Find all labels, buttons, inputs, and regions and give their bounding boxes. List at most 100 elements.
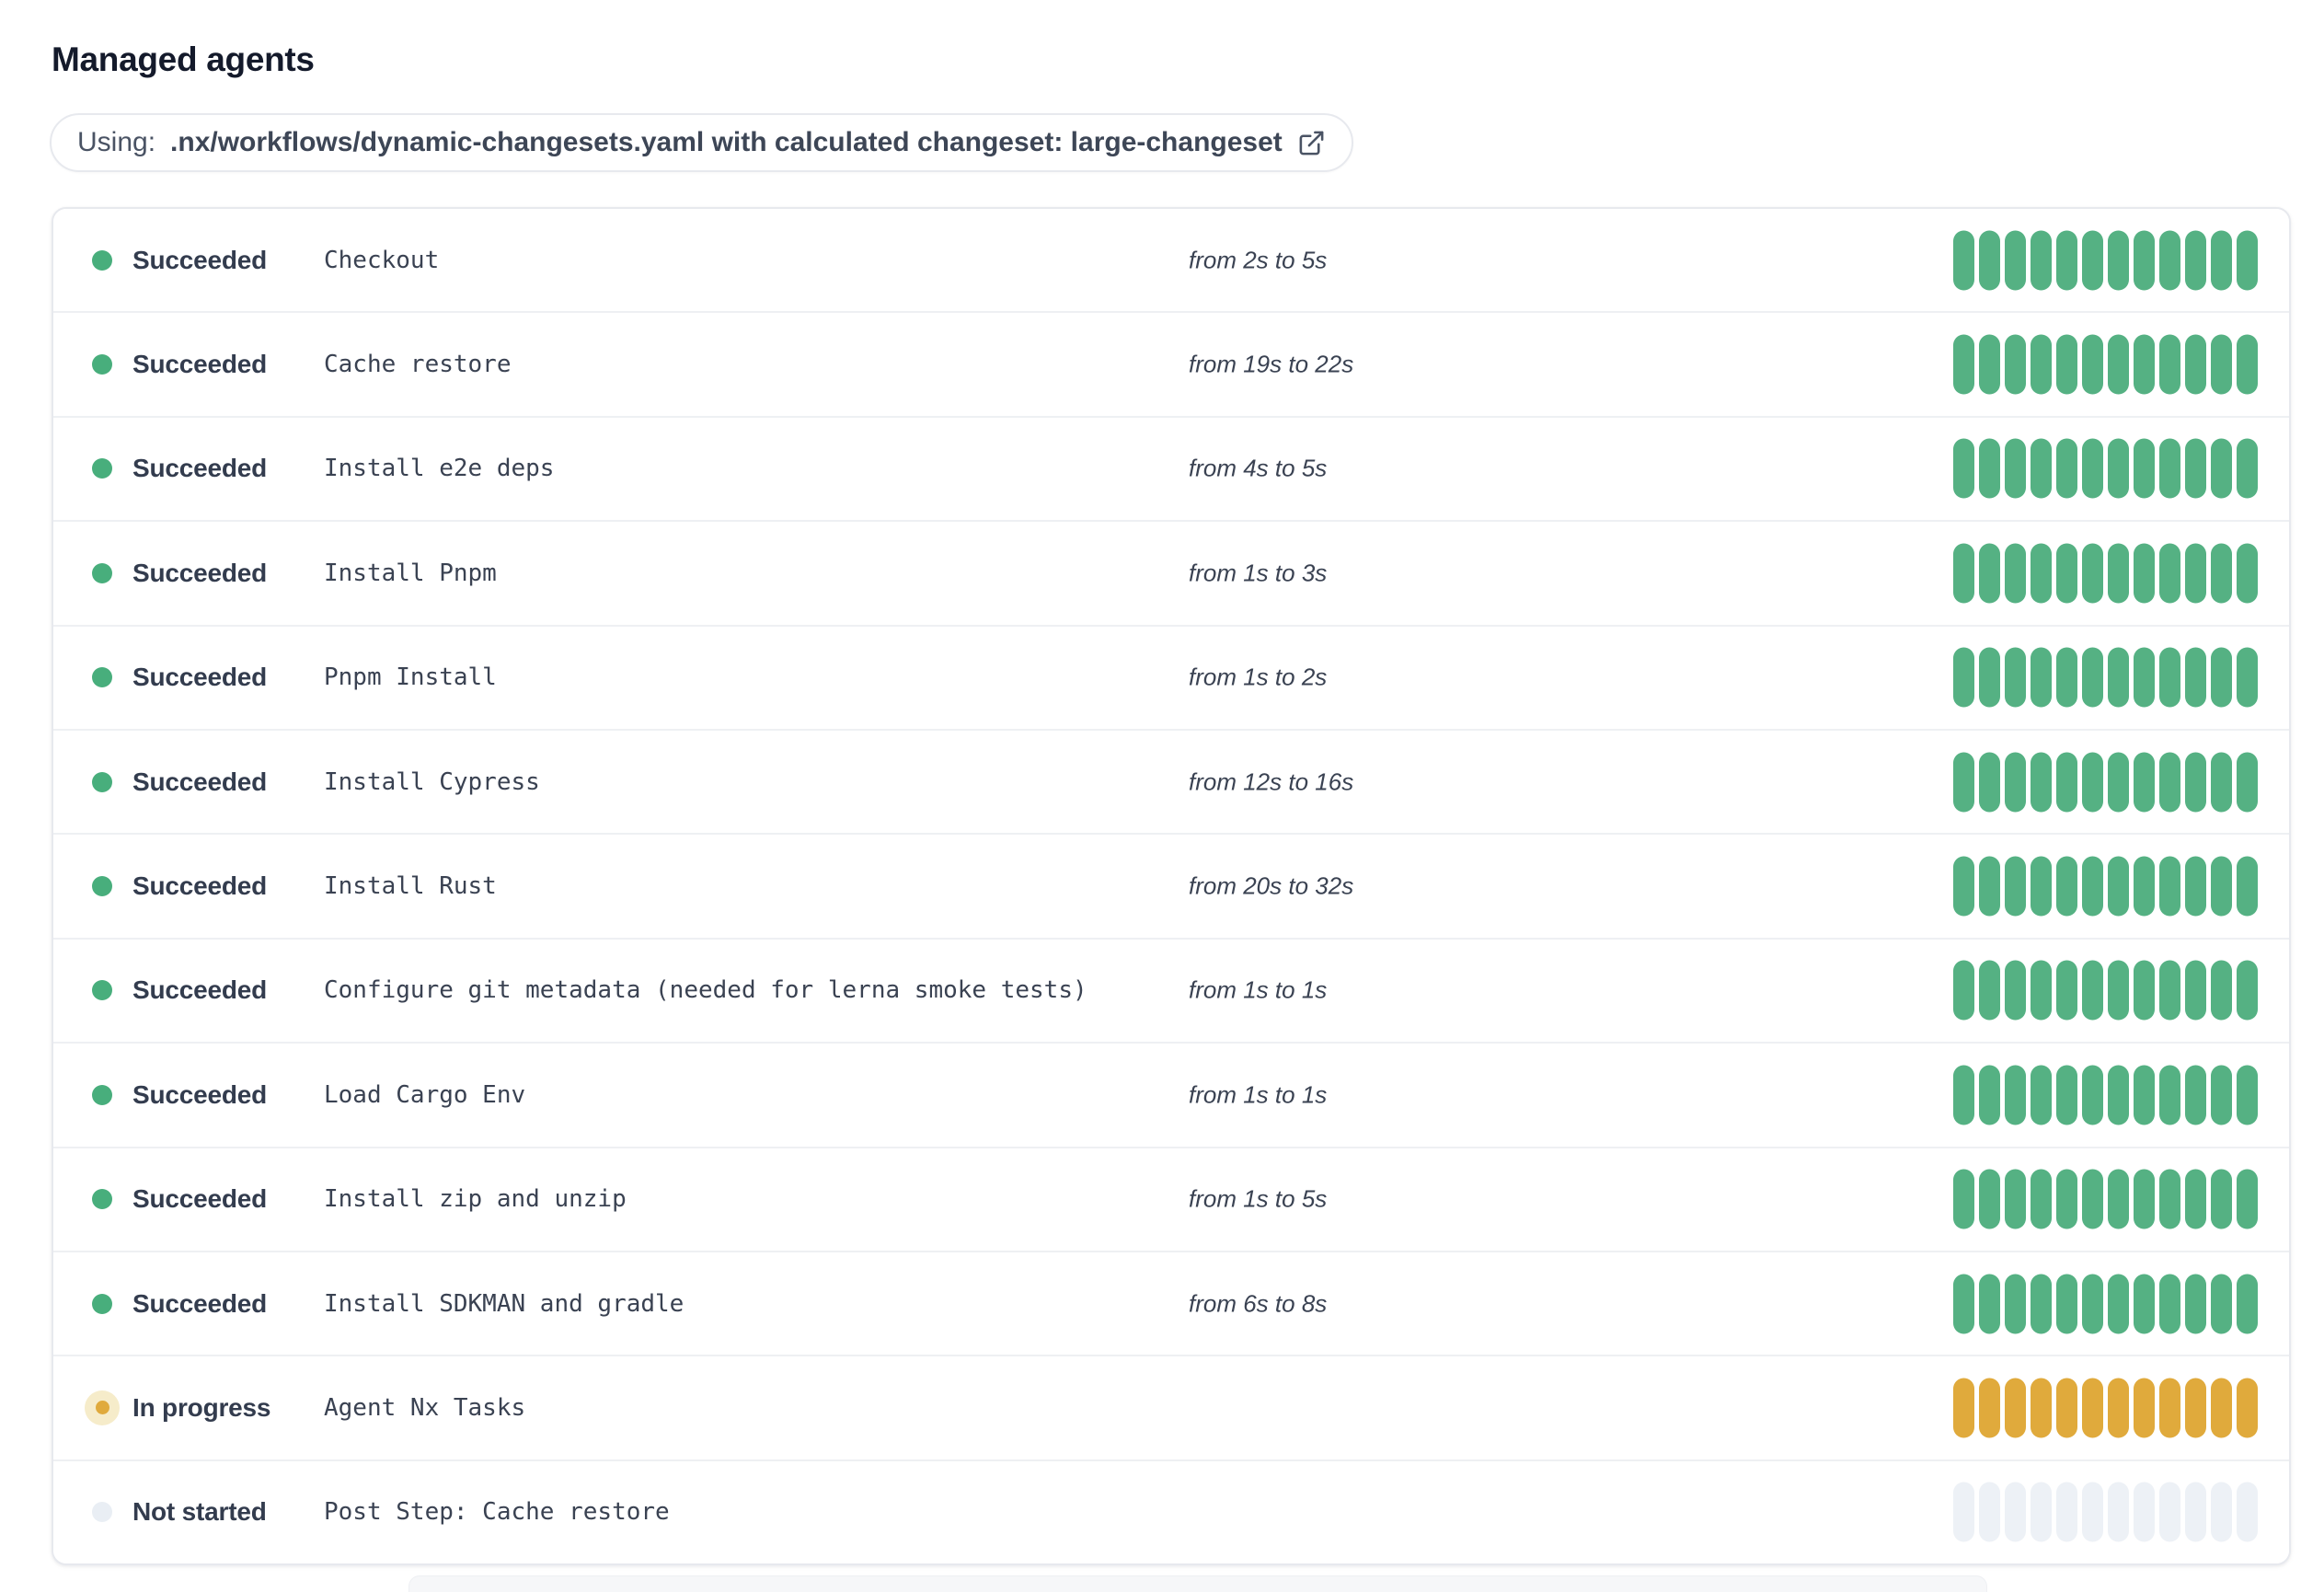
status-dot bbox=[85, 1390, 120, 1425]
progress-segment bbox=[2031, 334, 2052, 395]
status-dot-core bbox=[92, 562, 112, 583]
progress-segment bbox=[2159, 334, 2180, 395]
progress-segment bbox=[2005, 334, 2026, 395]
status-dot-core bbox=[92, 1293, 112, 1314]
progress-segment bbox=[2056, 752, 2077, 813]
progress-segment bbox=[2005, 1274, 2026, 1334]
status-label: Succeeded bbox=[132, 1079, 268, 1109]
agent-step-row[interactable]: Succeeded Install Pnpm from 1s to 3s bbox=[53, 520, 2289, 625]
agent-step-row[interactable]: Succeeded Install Rust from 20s to 32s bbox=[53, 833, 2289, 938]
progress-segment bbox=[2108, 647, 2129, 708]
progress-segment bbox=[2159, 752, 2180, 813]
agent-step-row[interactable]: Not started Post Step: Cache restore bbox=[53, 1459, 2289, 1563]
step-name: Load Cargo Env bbox=[324, 1080, 526, 1109]
progress-segment bbox=[2005, 1482, 2026, 1542]
progress-segment bbox=[2237, 230, 2258, 291]
progress-segment bbox=[2005, 752, 2026, 813]
status-dot-core bbox=[92, 876, 112, 897]
progress-segment bbox=[2056, 856, 2077, 917]
progress-segment bbox=[2159, 856, 2180, 917]
progress-segment bbox=[2108, 1065, 2129, 1125]
step-duration: from 1s to 3s bbox=[1189, 559, 1328, 587]
step-name: Install e2e deps bbox=[324, 455, 555, 483]
progress-segment bbox=[2159, 1065, 2180, 1125]
progress-segment bbox=[2108, 960, 2129, 1021]
progress-segment bbox=[2056, 438, 2077, 499]
progress-segment bbox=[1979, 1482, 2000, 1542]
status-dot bbox=[92, 458, 112, 479]
progress-segment bbox=[2237, 1274, 2258, 1334]
progress-segment bbox=[2185, 1065, 2206, 1125]
progress-segment bbox=[2211, 960, 2232, 1021]
progress-segment bbox=[2005, 1378, 2026, 1438]
status-label: Succeeded bbox=[132, 1288, 268, 1318]
status-dot-core bbox=[92, 980, 112, 1001]
progress-segment bbox=[2211, 647, 2232, 708]
step-name: Cache restore bbox=[324, 351, 512, 379]
step-duration: from 1s to 5s bbox=[1189, 1184, 1328, 1213]
agent-step-row[interactable]: Succeeded Pnpm Install from 1s to 2s bbox=[53, 624, 2289, 729]
progress-segment bbox=[1979, 334, 2000, 395]
progress-segment bbox=[2031, 1482, 2052, 1542]
progress-segment bbox=[2108, 230, 2129, 291]
progress-segment bbox=[2108, 1274, 2129, 1334]
status-dot bbox=[92, 562, 112, 583]
agents-list: Succeeded Checkout from 2s to 5s Succeed… bbox=[52, 207, 2291, 1565]
progress-segments bbox=[1953, 1169, 2258, 1229]
progress-segments bbox=[1953, 230, 2258, 291]
progress-segment bbox=[2211, 543, 2232, 604]
progress-segment bbox=[1979, 1274, 2000, 1334]
status-dot bbox=[92, 249, 112, 271]
status-label: Succeeded bbox=[132, 350, 268, 379]
progress-segment bbox=[2134, 1378, 2155, 1438]
step-name: Agent Nx Tasks bbox=[324, 1393, 526, 1422]
step-name: Pnpm Install bbox=[324, 663, 497, 692]
agent-step-row[interactable]: Succeeded Install e2e deps from 4s to 5s bbox=[53, 415, 2289, 521]
progress-segment bbox=[2185, 1482, 2206, 1542]
agent-step-row[interactable]: Succeeded Install zip and unzip from 1s … bbox=[53, 1146, 2289, 1251]
agent-step-row[interactable]: Succeeded Install SDKMAN and gradle from… bbox=[53, 1250, 2289, 1356]
status-dot bbox=[92, 771, 112, 792]
progress-segment bbox=[2031, 1169, 2052, 1229]
progress-segment bbox=[1953, 1169, 1974, 1229]
agent-step-row[interactable]: Succeeded Cache restore from 19s to 22s bbox=[53, 311, 2289, 416]
progress-segment bbox=[2211, 438, 2232, 499]
progress-segment bbox=[2211, 1482, 2232, 1542]
progress-segment bbox=[2237, 856, 2258, 917]
progress-segment bbox=[2134, 856, 2155, 917]
progress-segment bbox=[2185, 1169, 2206, 1229]
agent-step-row[interactable]: Succeeded Configure git metadata (needed… bbox=[53, 937, 2289, 1043]
status-dot-core bbox=[92, 249, 112, 271]
progress-segment bbox=[1953, 647, 1974, 708]
progress-segment bbox=[2031, 1274, 2052, 1334]
agent-step-row[interactable]: Succeeded Load Cargo Env from 1s to 1s bbox=[53, 1042, 2289, 1147]
step-name: Install Cypress bbox=[324, 767, 540, 796]
step-duration: from 12s to 16s bbox=[1189, 767, 1354, 796]
agent-step-row[interactable]: Succeeded Checkout from 2s to 5s bbox=[53, 209, 2289, 312]
progress-segments bbox=[1953, 647, 2258, 708]
progress-segment bbox=[2056, 1169, 2077, 1229]
progress-segment bbox=[2082, 1065, 2103, 1125]
status-label: Succeeded bbox=[132, 1184, 268, 1214]
step-duration: from 1s to 2s bbox=[1189, 663, 1328, 691]
progress-segment bbox=[1979, 1169, 2000, 1229]
progress-segment bbox=[2082, 1378, 2103, 1438]
progress-segment bbox=[2134, 1274, 2155, 1334]
progress-segment bbox=[2185, 334, 2206, 395]
progress-segment bbox=[1979, 856, 2000, 917]
progress-segments bbox=[1953, 960, 2258, 1021]
agent-step-row[interactable]: Succeeded Install Cypress from 12s to 16… bbox=[53, 728, 2289, 834]
progress-segment bbox=[1953, 230, 1974, 291]
progress-segment bbox=[2237, 438, 2258, 499]
progress-segment bbox=[2134, 334, 2155, 395]
agent-step-row[interactable]: In progress Agent Nx Tasks bbox=[53, 1355, 2289, 1459]
progress-segment bbox=[2237, 543, 2258, 604]
progress-segment bbox=[1979, 438, 2000, 499]
step-duration: from 1s to 1s bbox=[1189, 1080, 1328, 1109]
workflow-config-link[interactable]: Using: .nx/workflows/dynamic-changesets.… bbox=[50, 113, 1353, 172]
progress-segments bbox=[1953, 1274, 2258, 1334]
progress-segment bbox=[2134, 1482, 2155, 1542]
progress-segment bbox=[1953, 543, 1974, 604]
progress-segment bbox=[2031, 438, 2052, 499]
progress-segment bbox=[2185, 647, 2206, 708]
